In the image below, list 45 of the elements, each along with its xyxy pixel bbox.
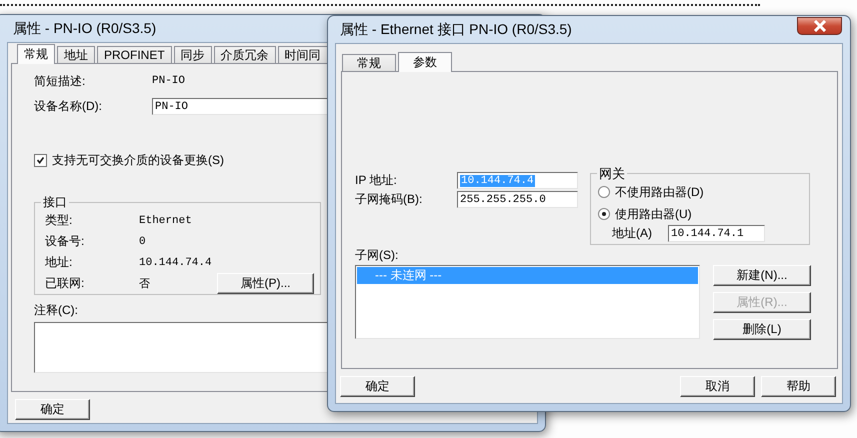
close-button[interactable]	[797, 17, 842, 35]
properties-button[interactable]: 属性(P)...	[217, 273, 314, 294]
dialog-button[interactable]: 确定	[340, 376, 415, 397]
field-label: 已联网:	[45, 275, 86, 292]
field-label: 子网掩码(B):	[355, 191, 424, 208]
ok-button[interactable]: 确定	[15, 399, 90, 420]
field-label: 简短描述:	[34, 72, 86, 90]
checkbox-label: 支持无可交换介质的设备更换(S)	[52, 152, 224, 169]
field-label: 地址(A)	[612, 225, 653, 242]
field-value: 否	[139, 278, 151, 291]
comment-label: 注释(C):	[34, 302, 79, 319]
tab[interactable]: 地址	[57, 46, 95, 63]
window-title: 属性 - Ethernet 接口 PN-IO (R0/S3.5)	[340, 20, 572, 38]
field-label: 类型:	[45, 212, 74, 229]
field-value: PN-IO	[152, 75, 186, 87]
subnet-label: 子网(S):	[355, 247, 400, 264]
group-title: 网关	[597, 165, 627, 183]
dialog-button[interactable]: 帮助	[761, 376, 836, 397]
checkbox[interactable]	[34, 154, 47, 167]
input-field[interactable]: 255.255.255.0	[457, 191, 578, 208]
group-title: 接口	[41, 194, 69, 211]
tab[interactable]: 常规	[342, 54, 396, 71]
dialog-button[interactable]: 取消	[680, 376, 755, 397]
radio-label: 使用路由器(U)	[615, 206, 692, 222]
close-icon	[812, 20, 826, 32]
field-value: Ethernet	[139, 214, 193, 226]
tab[interactable]: 时间同	[278, 46, 328, 63]
field-label: 设备名称(D):	[34, 98, 103, 115]
field-label: 地址:	[45, 254, 74, 271]
tab[interactable]: 介质冗余	[214, 46, 276, 63]
tab[interactable]: 常规	[17, 44, 55, 64]
subnet-button[interactable]: 新建(N)...	[713, 265, 811, 286]
radio-button[interactable]	[598, 186, 610, 198]
radio-button[interactable]	[598, 208, 610, 220]
tab[interactable]: 参数	[398, 52, 452, 72]
tab[interactable]: 同步	[174, 46, 212, 63]
field-label: 设备号:	[45, 233, 86, 250]
input-field[interactable]: 10.144.74.1	[668, 225, 765, 242]
field-value: 10.144.74.4	[139, 256, 213, 268]
window-title: 属性 - PN-IO (R0/S3.5)	[13, 20, 156, 38]
field-label: IP 地址:	[355, 172, 398, 189]
subnet-button[interactable]: 删除(L)	[713, 319, 811, 340]
tab[interactable]: PROFINET	[97, 46, 172, 63]
radio-label: 不使用路由器(D)	[615, 184, 704, 200]
field-value: 0	[139, 236, 147, 248]
